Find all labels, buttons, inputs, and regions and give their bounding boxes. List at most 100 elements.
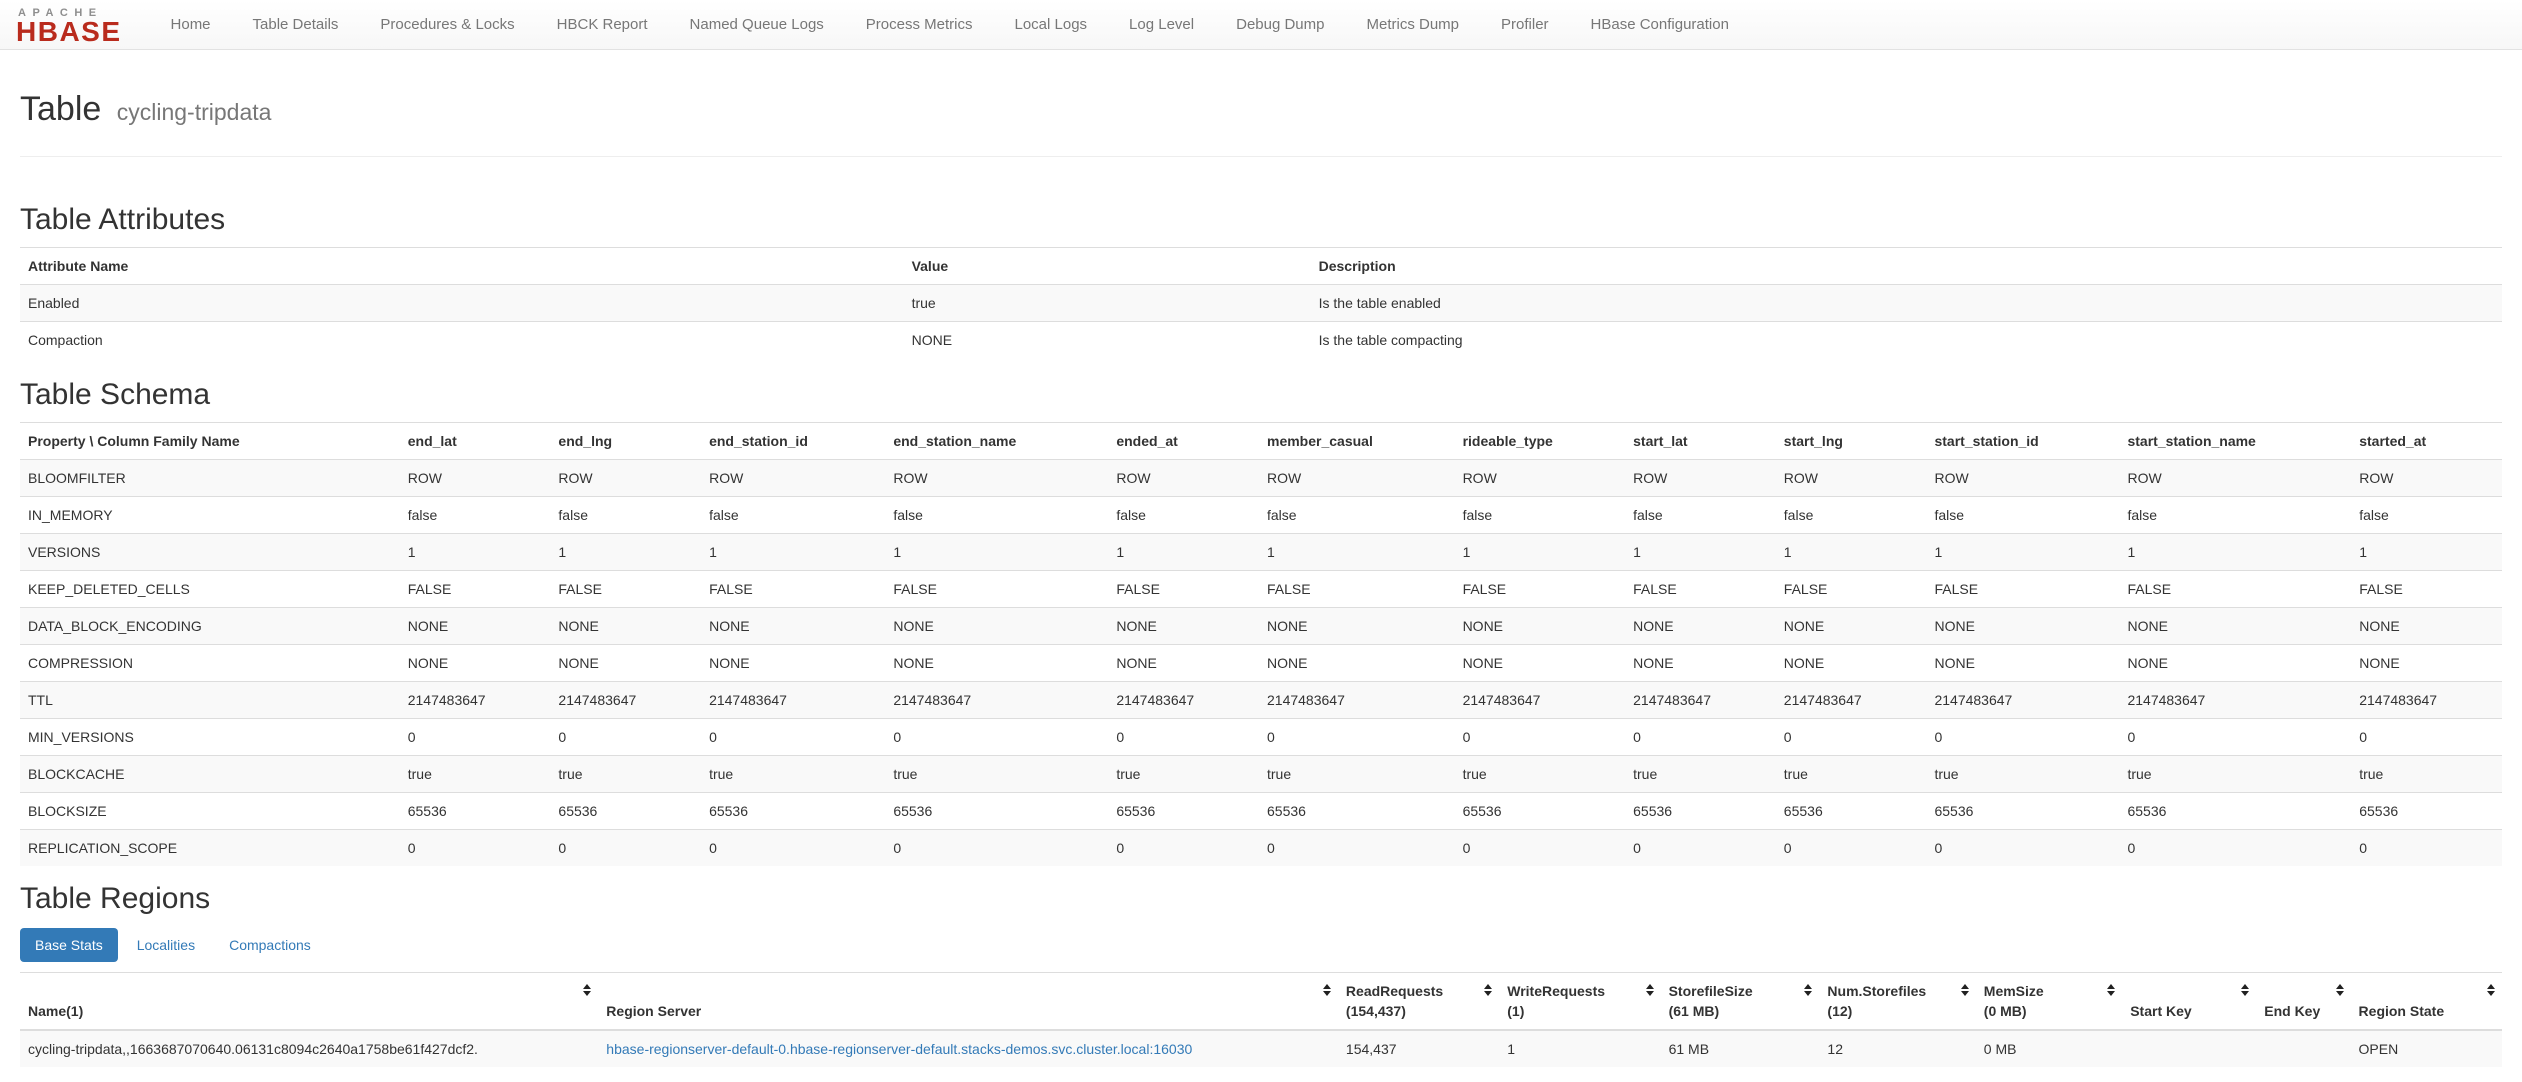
schema-value-cell: FALSE (1454, 570, 1626, 608)
schema-property-name-cell: IN_MEMORY (20, 496, 400, 534)
schema-value-cell: 0 (550, 829, 702, 866)
schema-value-cell: 2147483647 (1454, 681, 1626, 719)
regions-column-header-region_state[interactable]: Region State (2350, 972, 2502, 1031)
schema-value-cell: true (885, 755, 1109, 793)
schema-value-cell: FALSE (701, 570, 886, 608)
regions-column-label: MemSize (1983, 983, 2044, 999)
region-row: cycling-tripdata,,1663687070640.06131c80… (20, 1029, 2502, 1067)
regions-column-count: (154,437) (1345, 1003, 1406, 1019)
table-regions-heading: Table Regions (20, 882, 211, 915)
schema-value-cell: 1 (399, 533, 551, 571)
schema-value-cell: 65536 (399, 792, 551, 830)
schema-column-family-header: start_station_name (2119, 422, 2352, 460)
schema-value-cell: NONE (1454, 644, 1626, 682)
schema-property-row: BLOOMFILTER ROW ROW ROW ROW ROW ROW ROW ROW ROW RO… (20, 459, 2502, 497)
navbar-link-table-details[interactable]: Table Details (232, 0, 360, 49)
regions-column-label: Num.Storefiles (1827, 983, 1927, 999)
schema-value-cell: 0 (885, 829, 1109, 866)
schema-property-name-cell: BLOOMFILTER (20, 459, 400, 497)
regions-column-header-name[interactable]: Name(1) (20, 972, 599, 1031)
navbar-link-procedures-locks[interactable]: Procedures & Locks (359, 0, 535, 49)
region-server-link[interactable]: hbase-regionserver-default-0.hbase-regio… (606, 1041, 1192, 1057)
schema-column-family-header: member_casual (1259, 422, 1455, 460)
sort-down-arrow (2241, 991, 2250, 996)
region-state-cell: OPEN (2350, 1029, 2502, 1067)
regions-column-header-end_key[interactable]: End Key (2256, 972, 2351, 1031)
regions-column-count: (12) (1827, 1003, 1853, 1019)
attribute-value-cell: true (903, 284, 1311, 322)
schema-column-family-header: end_lng (550, 422, 702, 460)
regions-column-header-start_key[interactable]: Start Key (2122, 972, 2257, 1031)
navbar-link-process-metrics[interactable]: Process Metrics (845, 0, 994, 49)
schema-value-cell: 2147483647 (2119, 681, 2352, 719)
regions-tab-compactions[interactable]: Compactions (214, 928, 326, 962)
navbar-link-local-logs[interactable]: Local Logs (993, 0, 1108, 49)
schema-value-cell: 2147483647 (885, 681, 1109, 719)
regions-column-header-storefile_size[interactable]: StorefileSize (61 MB) (1660, 972, 1820, 1031)
navbar-link-hbase-configuration[interactable]: HBase Configuration (1570, 0, 1750, 49)
regions-column-label: ReadRequests (1345, 983, 1444, 999)
regions-column-header-write_requests[interactable]: WriteRequests (1) (1499, 972, 1661, 1031)
navbar-menu: Home Table Details Procedures & Locks HBCK … (150, 0, 1750, 50)
navbar-link-debug-dump[interactable]: Debug Dump (1215, 0, 1345, 49)
schema-value-cell: false (1625, 496, 1776, 534)
table-attributes-section: Table Attributes Attribute Name Value Desc… (20, 205, 2502, 358)
schema-column-family-header: started_at (2351, 422, 2502, 460)
schema-value-cell: NONE (1625, 644, 1776, 682)
schema-value-cell: FALSE (1625, 570, 1776, 608)
schema-value-cell: NONE (550, 644, 702, 682)
schema-value-cell: 1 (885, 533, 1109, 571)
page-header: Table cycling-tripdata (20, 50, 2502, 157)
sort-down-arrow (1960, 991, 1969, 996)
schema-value-cell: 1 (550, 533, 702, 571)
regions-column-count: (1) (1507, 1003, 1525, 1019)
schema-corner-header: Property \ Column Family Name (20, 422, 400, 460)
schema-value-cell: 2147483647 (1108, 681, 1259, 719)
regions-column-header-num_storefiles[interactable]: Num.Storefiles (12) (1819, 972, 1976, 1031)
attribute-name-cell: Compaction (20, 321, 904, 358)
schema-property-row: VERSIONS 1 1 1 1 1 1 1 1 1 1 1 1 (20, 533, 2502, 571)
regions-tab-base-stats[interactable]: Base Stats (20, 928, 118, 962)
attribute-name-cell: Enabled (20, 284, 904, 322)
region-start-key-cell (2122, 1029, 2257, 1067)
sort-icon (1804, 984, 1813, 996)
schema-value-cell: NONE (1926, 607, 2120, 645)
schema-value-cell: ROW (1926, 459, 2120, 497)
page-title-text: Table (20, 90, 102, 128)
schema-value-cell: 2147483647 (399, 681, 551, 719)
sort-down-arrow (2335, 991, 2344, 996)
sort-icon (1645, 984, 1654, 996)
regions-tab-localities[interactable]: Localities (122, 928, 210, 962)
sort-down-arrow (583, 991, 592, 996)
region-end-key-cell (2256, 1029, 2351, 1067)
regions-column-header-region_server[interactable]: Region Server (598, 972, 1338, 1031)
navbar-link-profiler[interactable]: Profiler (1480, 0, 1570, 49)
hbase-logo[interactable]: APACHE HBASE (16, 5, 122, 46)
attribute-row: Compaction NONE Is the table compacting (20, 321, 2502, 358)
schema-value-cell: false (1926, 496, 2120, 534)
schema-property-name-cell: REPLICATION_SCOPE (20, 829, 400, 866)
navbar-link-metrics-dump[interactable]: Metrics Dump (1346, 0, 1481, 49)
navbar-link-hbck-report[interactable]: HBCK Report (536, 0, 669, 49)
schema-value-cell: FALSE (2351, 570, 2502, 608)
schema-value-cell: 0 (1454, 829, 1626, 866)
navbar-link-home[interactable]: Home (150, 0, 232, 49)
schema-value-cell: 1 (2119, 533, 2352, 571)
schema-value-cell: NONE (550, 607, 702, 645)
schema-value-cell: NONE (1108, 644, 1259, 682)
navbar-link-named-queue-logs[interactable]: Named Queue Logs (669, 0, 845, 49)
schema-property-row: REPLICATION_SCOPE 0 0 0 0 0 0 0 0 0 0 0 0 (20, 829, 2502, 866)
schema-value-cell: 65536 (1926, 792, 2120, 830)
navbar-link-log-level[interactable]: Log Level (1108, 0, 1215, 49)
schema-column-family-header: ended_at (1108, 422, 1259, 460)
navbar-item: Debug Dump (1215, 0, 1345, 50)
table-attributes: Attribute Name Value Description Enabled tru… (20, 247, 2502, 358)
regions-column-header-read_requests[interactable]: ReadRequests (154,437) (1337, 972, 1500, 1031)
schema-value-cell: 65536 (2351, 792, 2502, 830)
schema-value-cell: true (1259, 755, 1455, 793)
schema-value-cell: true (2119, 755, 2352, 793)
region-num-storefiles-cell: 12 (1819, 1029, 1976, 1067)
regions-column-header-mem_size[interactable]: MemSize (0 MB) (1975, 972, 2123, 1031)
schema-value-cell: false (1454, 496, 1626, 534)
schema-property-row: BLOCKSIZE 65536 65536 65536 65536 65536 65536 6… (20, 792, 2502, 830)
